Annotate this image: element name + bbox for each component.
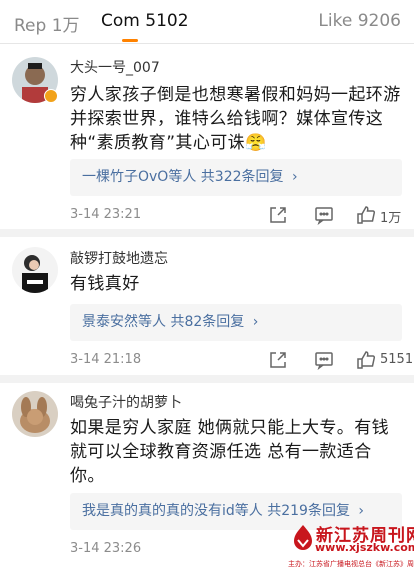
- comment-text: 如果是穷人家庭 她俩就只能上大专。有钱就可以全球教育资源任选 总有一款适合你。: [70, 418, 390, 486]
- comment-meta: 3-14 23:21 1万: [70, 205, 414, 227]
- reply-names: 景泰安然等人: [82, 314, 166, 330]
- tab-reposts-count: 1万: [51, 16, 80, 36]
- angry-emoji-icon: 😤: [245, 133, 267, 153]
- comment-text: 有钱真好: [70, 274, 140, 294]
- share-icon[interactable]: [268, 350, 288, 372]
- tab-comments-count: 5102: [145, 11, 189, 31]
- like-count: 1万: [380, 211, 402, 226]
- avatar[interactable]: [12, 391, 58, 437]
- reply-count: 共322条回复: [200, 169, 284, 185]
- thumbs-up-icon[interactable]: [356, 205, 376, 227]
- comment-username[interactable]: 喝兔子汁的胡萝卜: [70, 392, 182, 412]
- divider: [0, 375, 414, 383]
- active-tab-indicator: [122, 39, 138, 42]
- comment-time: 3-14 23:21: [70, 207, 142, 222]
- comment-icon[interactable]: [314, 205, 334, 227]
- share-icon[interactable]: [268, 205, 288, 227]
- comment-text: 穷人家孩子倒是也想寒暑假和妈妈一起环游并探索世界，谁特么给钱啊？媒体宣传这种“素…: [70, 83, 404, 155]
- divider: [0, 229, 414, 237]
- watermark-url: www.xjszkw.com: [315, 541, 414, 554]
- comment-meta: 3-14 21:18 5151: [70, 350, 414, 372]
- tab-reposts[interactable]: Rep 1万: [14, 11, 80, 36]
- reply-names: 我是真的真的真的没有id等人: [82, 503, 263, 519]
- comment-icon[interactable]: [314, 350, 334, 372]
- tab-reposts-label: Rep: [14, 16, 47, 36]
- chevron-right-icon: ›: [291, 169, 298, 185]
- tab-comments[interactable]: Com 5102: [101, 11, 189, 31]
- tab-likes-count: 9206: [357, 11, 401, 31]
- reply-names: 一棵竹子OvO等人: [82, 169, 197, 185]
- comment-time: 3-14 21:18: [70, 352, 142, 367]
- watermark-subtitle: 主办：江苏省广播电视总台《新江苏》周刊: [288, 560, 414, 568]
- like-count: 5151: [380, 352, 414, 367]
- verified-badge-icon: [44, 89, 58, 103]
- avatar[interactable]: [12, 247, 58, 293]
- reply-summary[interactable]: 一棵竹子OvO等人 共322条回复 ›: [70, 159, 402, 196]
- reply-count: 共82条回复: [170, 314, 245, 330]
- tab-likes[interactable]: Like 9206: [318, 11, 401, 31]
- thumbs-up-icon[interactable]: [356, 350, 376, 372]
- chevron-right-icon: ›: [252, 314, 259, 330]
- comment-username[interactable]: 敲锣打鼓地遗忘: [70, 248, 168, 268]
- reply-summary[interactable]: 景泰安然等人 共82条回复 ›: [70, 304, 402, 341]
- site-watermark-logo: 新江苏周刊网 www.xjszkw.com 主办：江苏省广播电视总台《新江苏》周…: [288, 517, 414, 571]
- comment-tabs: Rep 1万 Com 5102 Like 9206: [0, 0, 414, 44]
- logo-mark-icon: [294, 525, 312, 550]
- comment-item: 大头一号_007 穷人家孩子倒是也想寒暑假和妈妈一起环游并探索世界，谁特么给钱啊…: [0, 44, 414, 238]
- comment-time: 3-14 23:26: [70, 541, 142, 556]
- tab-comments-label: Com: [101, 11, 140, 31]
- comment-item: 敲锣打鼓地遗忘 有钱真好 景泰安然等人 共82条回复 › 3-14 21:18 …: [0, 237, 414, 375]
- comment-body: 穷人家孩子倒是也想寒暑假和妈妈一起环游并探索世界，谁特么给钱啊？媒体宣传这种“素…: [70, 85, 401, 153]
- tab-likes-label: Like: [318, 11, 353, 31]
- comment-username[interactable]: 大头一号_007: [70, 57, 160, 77]
